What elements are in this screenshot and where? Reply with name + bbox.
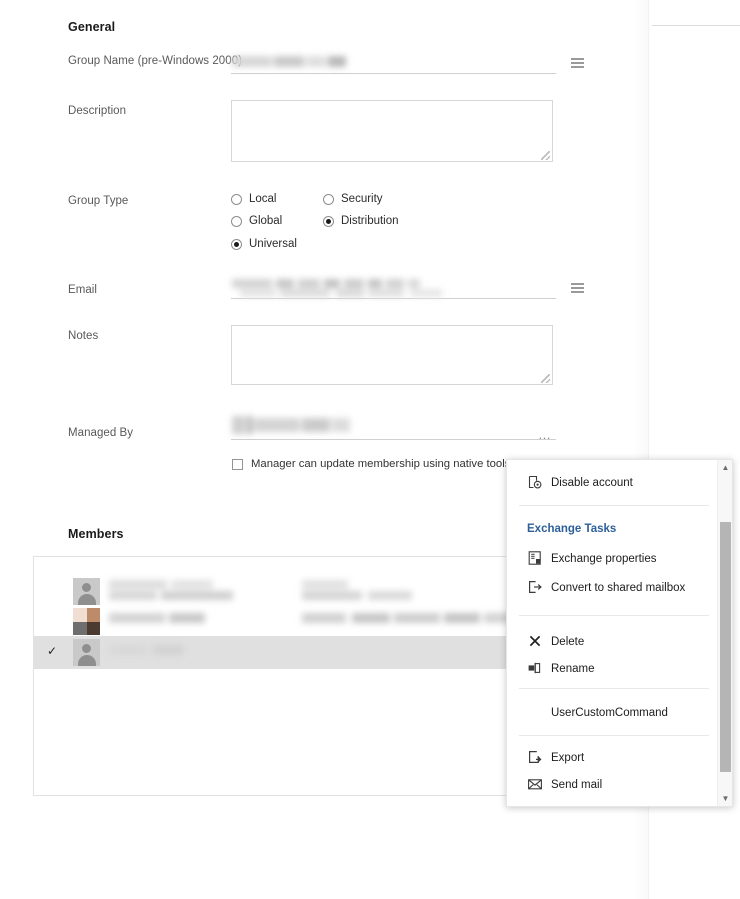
exchange-properties-icon <box>527 550 543 566</box>
menu-separator <box>519 735 709 736</box>
managed-by-ellipsis-icon[interactable]: … <box>538 428 552 441</box>
group-name-label: Group Name (pre-Windows 2000) <box>68 55 243 67</box>
member-name-redacted <box>109 645 219 657</box>
description-resize-handle[interactable] <box>541 151 550 160</box>
radio-local-label: Local <box>249 193 277 205</box>
menu-separator <box>519 615 709 616</box>
email-label: Email <box>68 284 98 296</box>
rename-icon <box>527 660 543 676</box>
menu-item-usercustomcommand-label: UserCustomCommand <box>551 706 668 719</box>
member-detail-redacted <box>302 580 512 602</box>
menu-separator <box>519 688 709 689</box>
radio-global-dot <box>231 215 242 227</box>
menu-item-export-label: Export <box>551 751 585 764</box>
row-selected-check-icon: ✓ <box>47 644 58 658</box>
manager-update-membership-label: Manager can update membership using nati… <box>251 458 511 470</box>
menu-item-convert-shared-mailbox-label: Convert to shared mailbox <box>551 581 686 594</box>
menu-item-exchange-properties[interactable]: Exchange properties <box>507 545 719 572</box>
member-name-redacted <box>109 580 289 602</box>
scroll-down-arrow-icon[interactable]: ▼ <box>718 791 733 806</box>
radio-universal[interactable]: Universal <box>231 238 297 250</box>
menu-item-delete-label: Delete <box>551 635 585 648</box>
notes-textarea[interactable] <box>231 325 553 385</box>
export-icon <box>527 749 543 765</box>
panel-divider-horizontal <box>652 25 740 26</box>
radio-local[interactable]: Local <box>231 193 277 205</box>
scroll-up-arrow-icon[interactable]: ▲ <box>718 460 733 475</box>
menu-item-send-mail-label: Send mail <box>551 778 603 791</box>
radio-security-label: Security <box>341 193 383 205</box>
radio-security[interactable]: Security <box>323 193 383 205</box>
menu-item-disable-account[interactable]: Disable account <box>507 469 719 496</box>
avatar <box>73 639 100 666</box>
description-label: Description <box>68 105 127 117</box>
email-redacted-value <box>232 279 482 297</box>
convert-shared-mailbox-icon <box>527 579 543 595</box>
menu-item-send-mail[interactable]: Send mail <box>507 771 719 798</box>
menu-item-rename-label: Rename <box>551 662 595 675</box>
notes-label: Notes <box>68 330 99 342</box>
radio-universal-label: Universal <box>249 238 297 250</box>
members-section-title: Members <box>68 527 124 541</box>
menu-item-export[interactable]: Export <box>507 744 719 771</box>
radio-distribution[interactable]: Distribution <box>323 215 399 227</box>
menu-item-delete[interactable]: Delete <box>507 628 719 655</box>
description-textarea[interactable] <box>231 100 553 162</box>
avatar <box>73 578 100 605</box>
context-menu[interactable]: Disable account Exchange Tasks Exchange … <box>506 459 733 807</box>
managed-by-label: Managed By <box>68 427 134 439</box>
members-toolbar: Show indirect members 1 user selected ⌄ … <box>0 805 648 835</box>
avatar <box>73 608 100 635</box>
group-name-picker-hamburger-icon[interactable] <box>571 58 584 69</box>
menu-header-exchange-tasks: Exchange Tasks <box>527 523 617 535</box>
general-section-title: General <box>68 20 116 34</box>
managed-by-redacted-value <box>232 416 372 436</box>
radio-global-label: Global <box>249 215 283 227</box>
group-name-redacted-value <box>232 55 382 69</box>
menu-separator <box>519 505 709 506</box>
menu-item-rename[interactable]: Rename <box>507 655 719 682</box>
manager-update-membership-box <box>232 458 243 470</box>
context-menu-items: Disable account Exchange Tasks Exchange … <box>507 460 719 806</box>
context-menu-scrollbar[interactable]: ▲ ▼ <box>717 460 732 806</box>
notes-resize-handle[interactable] <box>541 374 550 383</box>
menu-item-usercustomcommand[interactable]: UserCustomCommand <box>507 699 719 726</box>
menu-item-exchange-properties-label: Exchange properties <box>551 552 657 565</box>
send-mail-icon <box>527 776 543 792</box>
menu-item-convert-shared-mailbox[interactable]: Convert to shared mailbox <box>507 574 719 601</box>
member-name-redacted <box>109 613 274 625</box>
manager-update-membership-checkbox[interactable]: Manager can update membership using nati… <box>232 458 510 470</box>
radio-security-dot <box>323 193 334 205</box>
radio-universal-dot <box>231 238 242 250</box>
radio-local-dot <box>231 193 242 205</box>
disable-account-icon <box>527 474 543 490</box>
scrollbar-thumb[interactable] <box>720 522 731 772</box>
delete-x-icon <box>527 633 543 649</box>
radio-global[interactable]: Global <box>231 215 282 227</box>
group-type-label: Group Type <box>68 195 129 207</box>
group-properties-page: General Group Name (pre-Windows 2000) De… <box>0 0 740 899</box>
menu-item-disable-account-label: Disable account <box>551 476 633 489</box>
radio-distribution-dot <box>323 215 334 227</box>
email-picker-hamburger-icon[interactable] <box>571 283 584 294</box>
radio-distribution-label: Distribution <box>341 215 399 227</box>
